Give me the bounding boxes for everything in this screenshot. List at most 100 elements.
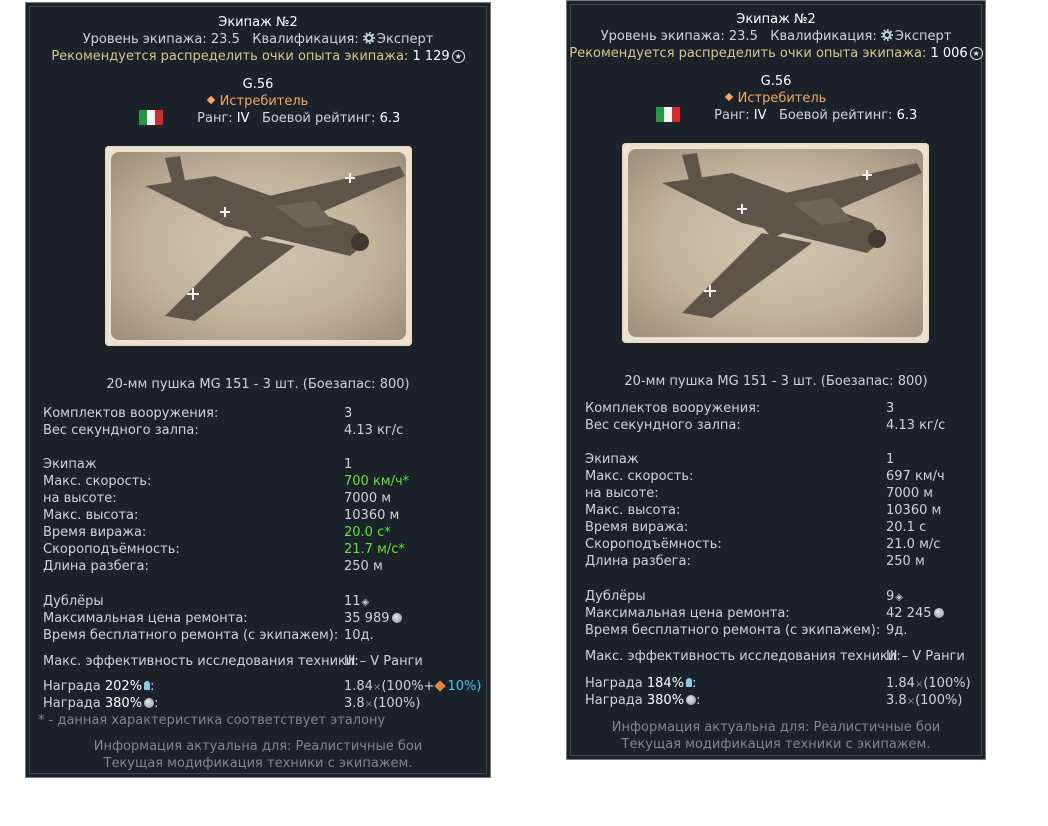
- aircraft-image-icon: [145, 156, 405, 321]
- stat-value: 4.13 кг/с: [344, 423, 404, 438]
- reward-value-1: 1.84×(100%): [886, 675, 971, 693]
- crew-level-label: Уровень экипажа:: [82, 32, 207, 47]
- reward-extra: (100%): [923, 676, 971, 691]
- reward-label: Награда: [585, 676, 643, 691]
- stat-value: 10д.: [344, 628, 374, 643]
- stat-label: Дублёры: [43, 594, 104, 609]
- expert-gear-icon: [362, 32, 375, 44]
- info-line-2: Текущая модификация техники с экипажем.: [621, 737, 931, 752]
- aircraft-image-icon: [662, 153, 922, 318]
- reward-value-2: 3.8×(100%): [344, 695, 420, 713]
- stat-label: на высоте:: [585, 486, 659, 501]
- reward-line-1: Награда 184%:: [585, 676, 697, 691]
- footnote: * - данная характеристика соответствует …: [38, 713, 386, 728]
- stat-label: Максимальная цена ремонта:: [43, 611, 248, 626]
- reward-line-1: Награда 202%:: [43, 679, 155, 694]
- qualification-label: Квалификация:: [252, 32, 359, 47]
- rank-label: Ранг:: [714, 108, 750, 123]
- silver-lions-icon: [144, 698, 155, 708]
- reward-line-2: Награда 380%:: [585, 693, 701, 708]
- reward-line-2: Награда 380%:: [43, 696, 159, 711]
- bonus-diamond-icon: [434, 680, 447, 692]
- stat-label: Время виража:: [43, 525, 147, 540]
- stat-value: 7000 м: [344, 491, 392, 506]
- vehicle-tooltip-right: Экипаж №2 Уровень экипажа: 23.5 Квалифик…: [566, 0, 986, 760]
- stat-label: Время бесплатного ремонта (с экипажем):: [585, 623, 881, 638]
- stat-value: 697 км/ч: [886, 469, 945, 484]
- backup-crew-icon: ◈: [361, 597, 370, 608]
- stat-label: Макс. скорость:: [585, 469, 694, 484]
- recommend-value: 1 129: [412, 49, 450, 64]
- stat-label: Макс. высота:: [43, 508, 139, 523]
- stat-value: 9◈: [886, 589, 903, 604]
- info-line-1: Информация актуальна для: Реалистичные б…: [611, 720, 941, 735]
- expert-gear-icon: [880, 29, 893, 41]
- crew-title: Экипаж №2: [218, 15, 298, 30]
- reward-percent: 202%: [104, 679, 143, 694]
- crew-points-icon: ★: [451, 50, 465, 63]
- reward-bonus: 10%): [447, 679, 482, 694]
- stat-value: 3: [886, 401, 895, 416]
- stat-value: III – V Ранги: [886, 649, 965, 664]
- stat-label: Комплектов вооружения:: [585, 401, 761, 416]
- vehicle-tooltip-left: Экипаж №2 Уровень экипажа: 23.5 Квалифик…: [25, 2, 491, 778]
- stat-value: 10360 м: [344, 508, 400, 523]
- fighter-class-icon: [206, 95, 215, 105]
- reward-multiplier: 3.8: [886, 693, 907, 708]
- vehicle-photo: [622, 143, 929, 343]
- crew-points-icon: ★: [969, 47, 983, 60]
- reward-extra: (100%): [915, 693, 963, 708]
- reward-extra: (100%): [373, 696, 421, 711]
- vehicle-class: Истребитель: [219, 94, 309, 109]
- stat-label: Комплектов вооружения:: [43, 406, 219, 421]
- recommend-value: 1 006: [930, 46, 968, 61]
- stat-label: Длина разбега:: [585, 554, 691, 569]
- stat-value: III – V Ранги: [344, 654, 423, 669]
- stat-value: 11◈: [344, 594, 370, 609]
- stat-label: на высоте:: [43, 491, 117, 506]
- reward-extra: (100%+: [381, 679, 435, 694]
- stat-label: Максимальная цена ремонта:: [585, 606, 790, 621]
- times-icon: ×: [906, 696, 916, 707]
- rank-value: IV: [236, 111, 250, 126]
- stat-label: Время бесплатного ремонта (с экипажем):: [43, 628, 339, 643]
- crew-level-value: 23.5: [728, 29, 758, 44]
- stat-value: 35 989: [344, 610, 402, 627]
- stat-value: 10360 м: [886, 503, 942, 518]
- stat-value: 9д.: [886, 623, 908, 638]
- times-icon: ×: [364, 699, 374, 710]
- battle-rating-label: Боевой рейтинг:: [778, 108, 893, 123]
- qualification-value: Эксперт: [894, 29, 952, 44]
- stat-value: 21.7 м/с*: [344, 542, 405, 557]
- stat-value: 1: [344, 457, 353, 472]
- recommend-text: Рекомендуется распределить очки опыта эк…: [569, 46, 927, 61]
- research-bulb-icon: [686, 678, 693, 687]
- reward-multiplier: 1.84: [344, 679, 373, 694]
- silver-lions-icon: [933, 608, 944, 618]
- reward-multiplier: 1.84: [886, 676, 915, 691]
- crew-level-label: Уровень экипажа:: [600, 29, 725, 44]
- recommend-text: Рекомендуется распределить очки опыта эк…: [51, 49, 409, 64]
- stat-label: Длина разбега:: [43, 559, 149, 574]
- reward-multiplier: 3.8: [344, 696, 365, 711]
- rank-value: IV: [753, 108, 767, 123]
- stat-label: Макс. эффективность исследования техники…: [43, 654, 359, 669]
- stat-label: Макс. эффективность исследования техники…: [585, 649, 901, 664]
- info-line-2: Текущая модификация техники с экипажем.: [103, 756, 413, 771]
- stat-value: 3: [344, 406, 353, 421]
- stat-label: Вес секундного залпа:: [43, 423, 199, 438]
- recommend-line: Рекомендуется распределить очки опыта эк…: [567, 45, 985, 62]
- stat-value: 21.0 м/с: [886, 537, 941, 552]
- reward-percent: 380%: [646, 693, 685, 708]
- stat-label: Дублёры: [585, 589, 646, 604]
- vehicle-class-line: Истребитель: [26, 93, 490, 110]
- stat-label: Экипаж: [43, 457, 97, 472]
- research-bulb-icon: [144, 681, 151, 690]
- reward-label: Награда: [43, 696, 101, 711]
- reward-value-2: 3.8×(100%): [886, 692, 962, 710]
- reward-percent: 380%: [104, 696, 143, 711]
- stat-value: 250 м: [886, 554, 925, 569]
- crew-info-line: Уровень экипажа: 23.5 Квалификация: Эксп…: [26, 31, 490, 48]
- italy-flag-icon: [139, 110, 163, 125]
- battle-rating-value: 6.3: [379, 111, 401, 126]
